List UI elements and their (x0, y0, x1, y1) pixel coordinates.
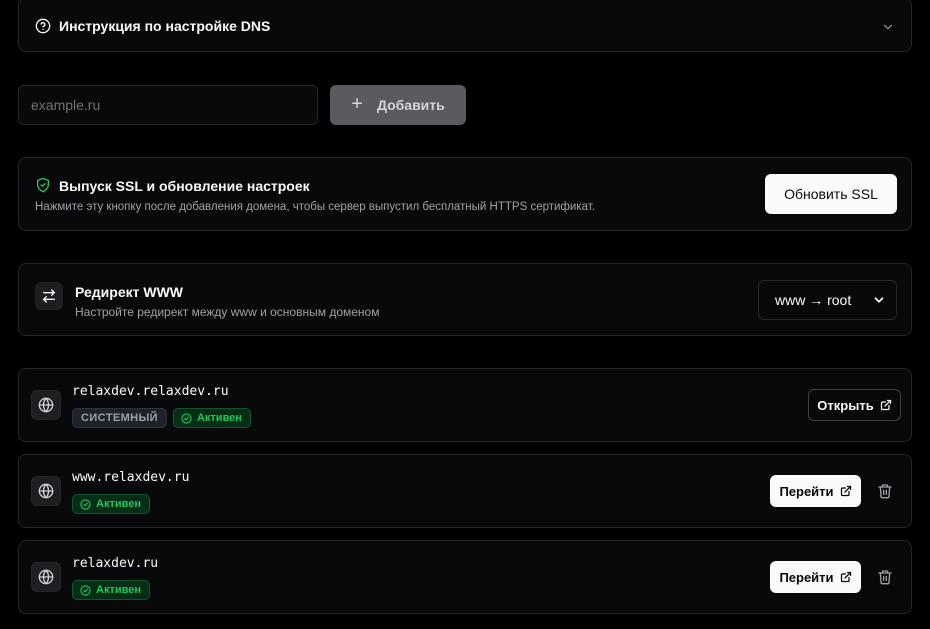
dns-instructions-title: Инструкция по настройке DNS (59, 18, 271, 34)
go-to-domain-button[interactable]: Перейти (770, 561, 861, 593)
system-badge: СИСТЕМНЫЙ (72, 408, 167, 428)
check-circle-icon (181, 412, 192, 424)
check-circle-icon (80, 584, 91, 596)
external-link-icon (840, 571, 851, 583)
add-domain-label: Добавить (376, 97, 445, 113)
status-label: Активен (96, 584, 141, 596)
ssl-description: Нажмите эту кнопку после добавления доме… (35, 201, 595, 213)
domain-name: relaxdev.relaxdev.ru (72, 384, 229, 399)
open-domain-button[interactable]: Открыть (808, 389, 901, 421)
trash-icon[interactable] (877, 569, 893, 585)
domain-row: relaxdev.ru Активен Перейти (18, 540, 912, 614)
ssl-card: Выпуск SSL и обновление настроек Нажмите… (18, 157, 912, 231)
domain-name: relaxdev.ru (72, 556, 159, 571)
status-badge: Активен (72, 580, 150, 600)
go-to-domain-label: Перейти (779, 569, 834, 585)
help-circle-icon (35, 18, 51, 34)
redirect-select[interactable]: www → root (758, 280, 897, 320)
add-domain-button[interactable]: + Добавить (330, 85, 466, 125)
chevron-down-icon (874, 297, 884, 303)
redirect-description: Настройте редирект между www и основным … (75, 305, 380, 319)
dns-instructions-accordion[interactable]: Инструкция по настройке DNS (18, 0, 912, 52)
go-to-domain-label: Перейти (779, 483, 834, 499)
status-badge: Активен (72, 494, 150, 514)
check-circle-icon (80, 498, 91, 510)
status-badge: Активен (172, 408, 251, 428)
globe-icon (31, 390, 61, 420)
globe-icon (31, 562, 61, 592)
status-label: Активен (196, 412, 242, 424)
chevron-down-icon[interactable] (881, 20, 895, 34)
update-ssl-button[interactable]: Обновить SSL (765, 174, 897, 214)
redirect-card: Редирект WWW Настройте редирект между ww… (18, 263, 912, 336)
status-label: Активен (96, 498, 141, 510)
globe-icon (31, 476, 61, 506)
external-link-icon (880, 399, 891, 411)
domain-input[interactable] (18, 85, 318, 125)
open-domain-label: Открыть (817, 397, 874, 413)
redirect-title: Редирект WWW (75, 284, 184, 300)
plus-icon: + (351, 93, 363, 115)
trash-icon[interactable] (877, 483, 893, 499)
domain-row: relaxdev.relaxdev.ru СИСТЕМНЫЙ Активен О… (18, 368, 912, 442)
ssl-title: Выпуск SSL и обновление настроек (59, 178, 310, 194)
external-link-icon (840, 485, 851, 497)
shield-check-icon (37, 177, 49, 193)
arrows-swap-icon (35, 282, 63, 310)
domain-row: www.relaxdev.ru Активен Перейти (18, 454, 912, 528)
redirect-select-value: www → root (775, 292, 852, 308)
go-to-domain-button[interactable]: Перейти (770, 475, 861, 507)
domain-name: www.relaxdev.ru (72, 470, 190, 485)
